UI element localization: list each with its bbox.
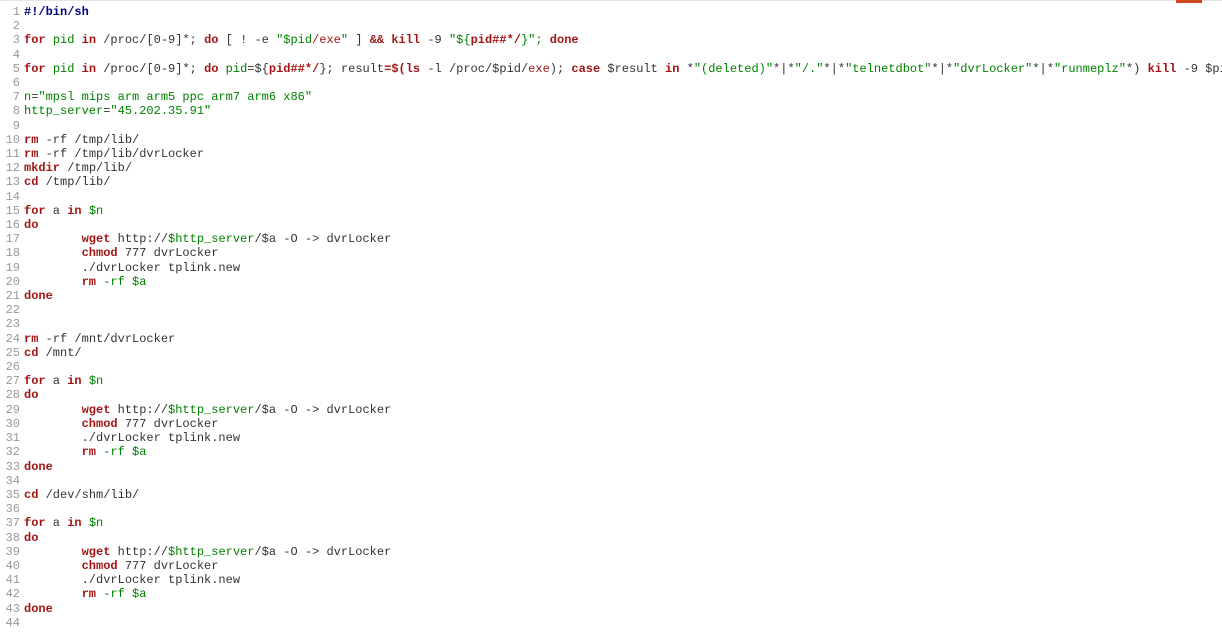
code-line: 3for pid in /proc/[0-9]*; do [ ! -e "$pi…: [2, 33, 1220, 47]
line-number: 1: [2, 5, 20, 19]
code-line: 1 #!/bin/sh: [2, 5, 1220, 19]
code-viewer: 1#!/bin/sh 2 3for pid in /proc/[0-9]*; d…: [0, 0, 1222, 636]
scroll-marker: [1176, 0, 1202, 3]
code-content: #!/bin/sh: [24, 5, 1220, 19]
code-line: 5for pid in /proc/[0-9]*; do pid=${pid##…: [2, 62, 1220, 76]
